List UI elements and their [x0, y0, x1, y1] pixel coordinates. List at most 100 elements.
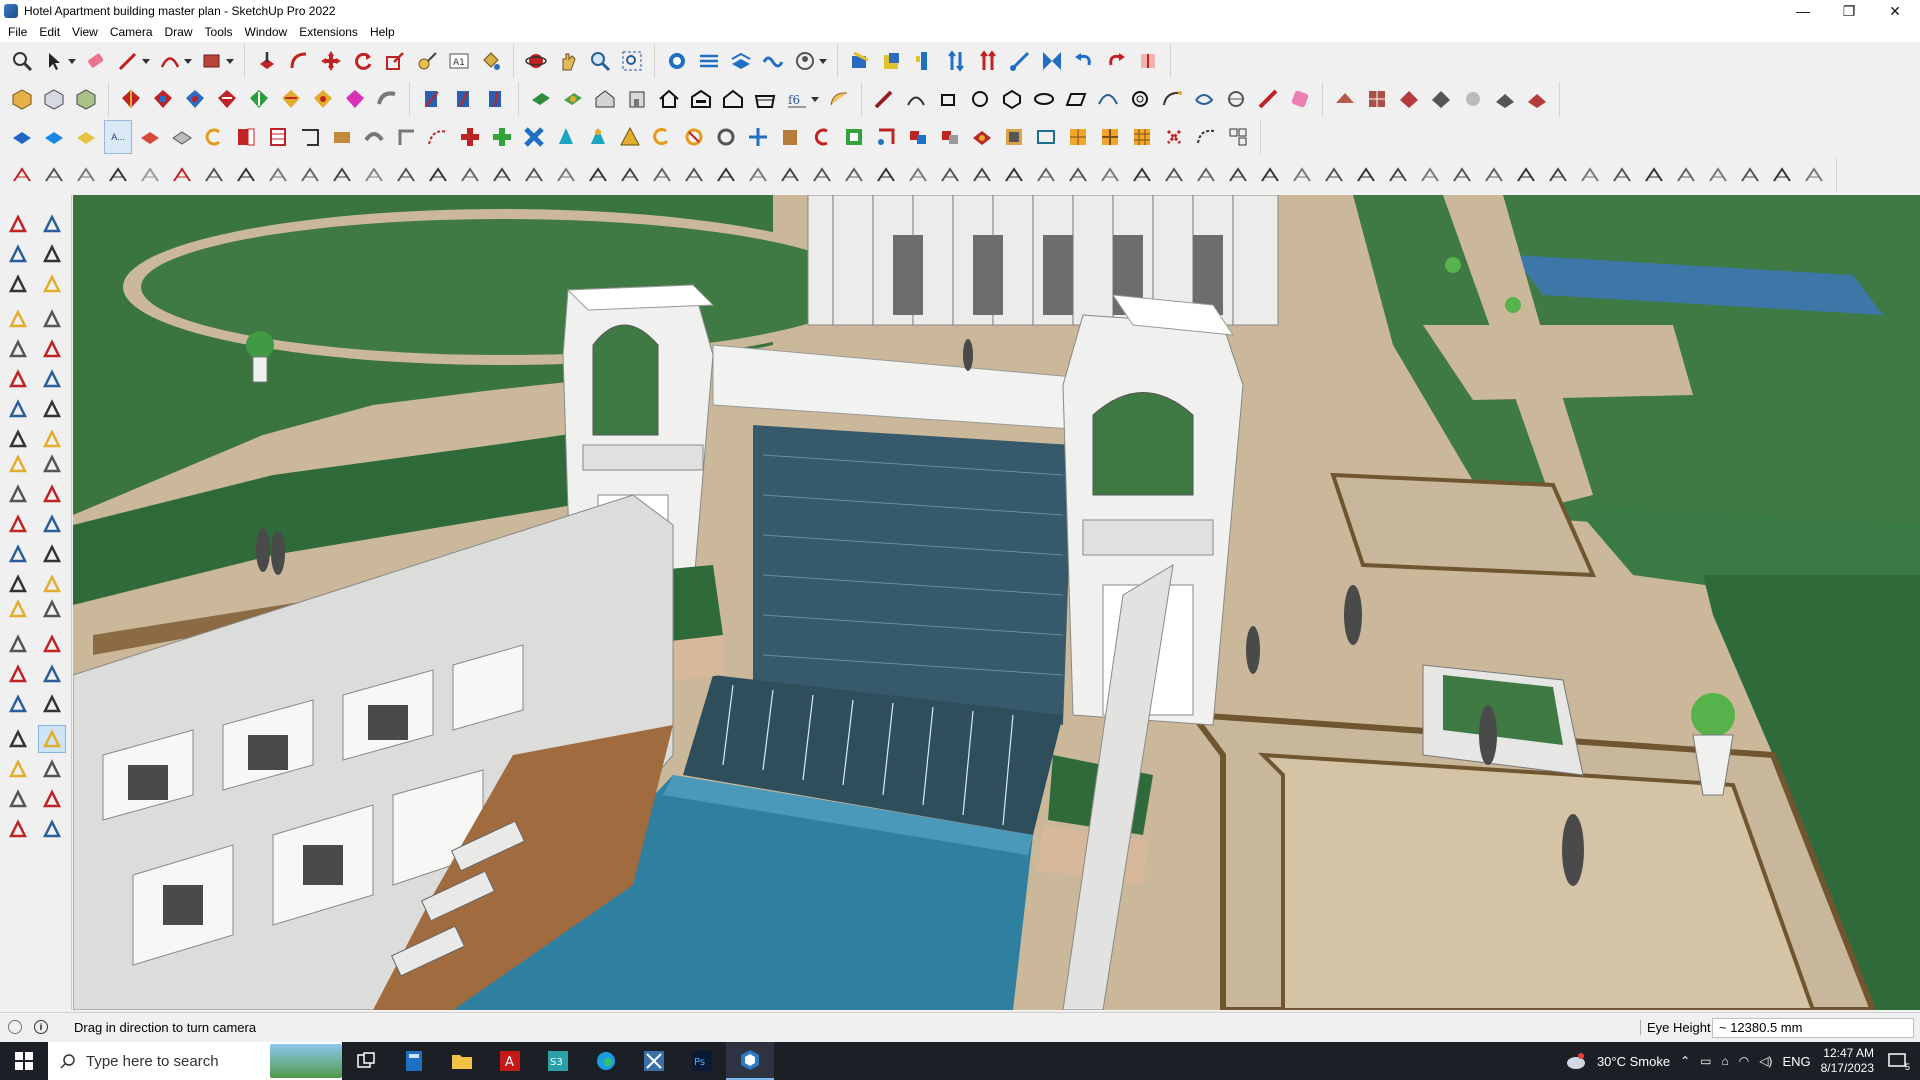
- ext-tool-4-icon[interactable]: [942, 47, 970, 75]
- eraser-icon[interactable]: [82, 47, 110, 75]
- solid-tool-3-icon[interactable]: [181, 85, 209, 113]
- row4-tool-1-icon[interactable]: [8, 161, 36, 189]
- orbit-tool-icon[interactable]: [38, 210, 66, 238]
- zoom-window-tool-icon[interactable]: [38, 660, 66, 688]
- row4-tool-53-icon[interactable]: [1672, 161, 1700, 189]
- zoom-icon[interactable]: [586, 47, 614, 75]
- axes-tool-icon[interactable]: [4, 595, 32, 623]
- network-icon[interactable]: ⌂: [1721, 1054, 1728, 1068]
- paint-bucket-icon[interactable]: [477, 47, 505, 75]
- zoom-extents-tool-icon[interactable]: [4, 690, 32, 718]
- house-5-icon[interactable]: [719, 85, 747, 113]
- row4-tool-56-icon[interactable]: [1768, 161, 1796, 189]
- zoom-tool-icon[interactable]: [4, 660, 32, 688]
- shaded-icon[interactable]: [72, 85, 100, 113]
- row3-tool-16-icon[interactable]: [520, 123, 548, 151]
- select-tool-icon[interactable]: [4, 210, 32, 238]
- protractor-tool-icon[interactable]: [4, 570, 32, 598]
- row4-tool-9-icon[interactable]: [264, 161, 292, 189]
- row3-tool-8-icon[interactable]: [264, 123, 292, 151]
- row4-tool-46-icon[interactable]: [1448, 161, 1476, 189]
- row4-tool-8-icon[interactable]: [232, 161, 260, 189]
- menu-help[interactable]: Help: [364, 22, 401, 42]
- position-camera-tool-icon[interactable]: [4, 725, 32, 753]
- notification-center-icon[interactable]: 5: [1884, 1050, 1910, 1072]
- sandbox-smoove-icon[interactable]: [759, 47, 787, 75]
- section-plane-icon[interactable]: [663, 47, 691, 75]
- row4-tool-14-icon[interactable]: [424, 161, 452, 189]
- row3-tool-10-icon[interactable]: [328, 123, 356, 151]
- shape-parallelogram-icon[interactable]: [1062, 85, 1090, 113]
- rotate-tool-icon[interactable]: [349, 47, 377, 75]
- components-dropdown-icon[interactable]: [819, 58, 827, 64]
- measurements-input[interactable]: ~ 12380.5 mm: [1712, 1017, 1914, 1038]
- start-button[interactable]: [0, 1042, 48, 1080]
- row3-tool-19-icon[interactable]: [616, 123, 644, 151]
- taskbar-file-explorer[interactable]: [438, 1042, 486, 1080]
- row4-tool-55-icon[interactable]: [1736, 161, 1764, 189]
- menu-draw[interactable]: Draw: [159, 22, 199, 42]
- ext-tool-6-icon[interactable]: [1006, 47, 1034, 75]
- row3-tool-30-icon[interactable]: [968, 123, 996, 151]
- orbit-2-tool-icon[interactable]: [4, 630, 32, 658]
- ext-tool-7-icon[interactable]: [1038, 47, 1066, 75]
- ext-tool-3-icon[interactable]: [910, 47, 938, 75]
- row3-tool-21-icon[interactable]: [680, 123, 708, 151]
- dimension-tool-icon[interactable]: [38, 540, 66, 568]
- push-pull-tool-icon[interactable]: [38, 450, 66, 478]
- terrain-3-icon[interactable]: [1395, 85, 1423, 113]
- sandbox-2-tool-icon[interactable]: [38, 785, 66, 813]
- 3d-viewport[interactable]: [73, 195, 1920, 1010]
- row4-tool-21-icon[interactable]: [648, 161, 676, 189]
- move-tool-icon[interactable]: [317, 47, 345, 75]
- row4-tool-16-icon[interactable]: [488, 161, 516, 189]
- tape-measure-tool-icon[interactable]: [4, 540, 32, 568]
- house-1-icon[interactable]: [591, 85, 619, 113]
- taskbar-acrobat[interactable]: A: [486, 1042, 534, 1080]
- shape-loop-icon[interactable]: [1190, 85, 1218, 113]
- row4-tool-13-icon[interactable]: [392, 161, 420, 189]
- row4-tool-45-icon[interactable]: [1416, 161, 1444, 189]
- shape-curve-icon[interactable]: [1158, 85, 1186, 113]
- components-tool-icon[interactable]: [4, 270, 32, 298]
- soften-icon[interactable]: [373, 85, 401, 113]
- row4-tool-47-icon[interactable]: [1480, 161, 1508, 189]
- ext-red-arrow-icon[interactable]: [1254, 85, 1282, 113]
- row3-tool-38-icon[interactable]: [1224, 123, 1252, 151]
- row4-tool-35-icon[interactable]: [1096, 161, 1124, 189]
- curviloft-icon[interactable]: [825, 85, 853, 113]
- solid-tool-4-icon[interactable]: [213, 85, 241, 113]
- scale-tool-icon[interactable]: [4, 510, 32, 538]
- taskbar-app-s3[interactable]: S3: [534, 1042, 582, 1080]
- row4-tool-11-icon[interactable]: [328, 161, 356, 189]
- row4-tool-27-icon[interactable]: [840, 161, 868, 189]
- volume-icon[interactable]: ◁): [1759, 1054, 1772, 1068]
- sandbox-contours-icon[interactable]: [695, 47, 723, 75]
- solid-tool-1-icon[interactable]: [117, 85, 145, 113]
- row3-tool-5-icon[interactable]: [168, 123, 196, 151]
- sandbox-scratch-icon[interactable]: [727, 47, 755, 75]
- row4-tool-15-icon[interactable]: [456, 161, 484, 189]
- house-4-icon[interactable]: [687, 85, 715, 113]
- row3-tool-9-icon[interactable]: [296, 123, 324, 151]
- row4-tool-38-icon[interactable]: [1192, 161, 1220, 189]
- fredo-scale-icon[interactable]: f6: [783, 85, 811, 113]
- shape-green-2-icon[interactable]: [559, 85, 587, 113]
- zoom-extents-icon[interactable]: [8, 47, 36, 75]
- meet-now-icon[interactable]: ▭: [1700, 1054, 1711, 1068]
- menu-file[interactable]: File: [2, 22, 33, 42]
- row4-tool-26-icon[interactable]: [808, 161, 836, 189]
- close-button[interactable]: ✕: [1872, 0, 1918, 22]
- row4-tool-32-icon[interactable]: [1000, 161, 1028, 189]
- row3-tool-23-icon[interactable]: [744, 123, 772, 151]
- row4-tool-2-icon[interactable]: [40, 161, 68, 189]
- row4-tool-40-icon[interactable]: [1256, 161, 1284, 189]
- solid-tool-8-icon[interactable]: [341, 85, 369, 113]
- row3-tool-27-icon[interactable]: [872, 123, 900, 151]
- tape-measure-icon[interactable]: [413, 47, 441, 75]
- shape-bezier-icon[interactable]: [1094, 85, 1122, 113]
- shape-spiral-icon[interactable]: [1126, 85, 1154, 113]
- row3-tool-12-icon[interactable]: [392, 123, 420, 151]
- wifi-icon[interactable]: ◠: [1739, 1054, 1749, 1068]
- ext-pink-tool-icon[interactable]: [1286, 85, 1314, 113]
